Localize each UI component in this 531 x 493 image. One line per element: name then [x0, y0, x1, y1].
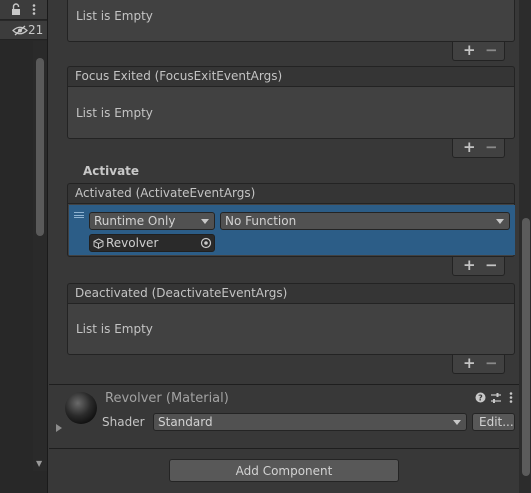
- edit-shader-label: Edit...: [479, 415, 514, 429]
- svg-text:?: ?: [478, 394, 483, 403]
- event-list-top-footer: + −: [452, 41, 505, 61]
- foldout-arrow-icon[interactable]: [56, 424, 62, 432]
- material-title: Revolver (Material): [105, 391, 229, 406]
- hierarchy-scrollbar-thumb[interactable]: [36, 58, 44, 236]
- remove-entry-button[interactable]: −: [485, 256, 498, 274]
- section-divider: [49, 448, 519, 449]
- gameobject-cube-icon: [93, 238, 104, 249]
- add-component-button[interactable]: Add Component: [169, 459, 399, 482]
- section-divider: [49, 384, 519, 385]
- function-value: No Function: [225, 214, 297, 228]
- empty-list-label: List is Empty: [76, 9, 153, 23]
- empty-list-label: List is Empty: [76, 106, 153, 120]
- object-picker-icon[interactable]: [200, 237, 212, 249]
- hierarchy-toolbar: [0, 0, 47, 20]
- add-entry-button[interactable]: +: [463, 41, 476, 59]
- deactivated-title: Deactivated (DeactivateEventArgs): [75, 286, 288, 300]
- focus-exited-list: List is Empty: [67, 86, 515, 139]
- chevron-down-icon: [201, 219, 209, 224]
- call-state-value: Runtime Only: [94, 214, 176, 228]
- hidden-objects-toggle[interactable]: 21: [0, 21, 47, 40]
- help-icon[interactable]: ?: [475, 392, 486, 403]
- presets-sliders-icon[interactable]: [490, 392, 502, 404]
- activated-list: Runtime Only No Function Revolver: [67, 203, 515, 257]
- chevron-down-icon: [453, 420, 461, 425]
- add-component-label: Add Component: [235, 464, 333, 478]
- remove-entry-button[interactable]: −: [485, 138, 498, 156]
- deactivated-list: List is Empty: [67, 303, 515, 355]
- function-dropdown[interactable]: No Function: [220, 212, 510, 230]
- focus-exited-title: Focus Exited (FocusExitEventArgs): [75, 69, 283, 83]
- shader-value: Standard: [158, 415, 213, 429]
- empty-list-label: List is Empty: [76, 322, 153, 336]
- focus-exited-footer: + −: [452, 138, 505, 158]
- event-entry-selected[interactable]: Runtime Only No Function Revolver: [69, 205, 515, 255]
- chevron-down-icon: [496, 219, 504, 224]
- activated-footer: + −: [452, 256, 505, 276]
- add-entry-button[interactable]: +: [463, 354, 476, 372]
- shader-dropdown[interactable]: Standard: [153, 413, 467, 431]
- hidden-eye-icon: [12, 25, 28, 36]
- add-entry-button[interactable]: +: [463, 138, 476, 156]
- inspector-scrollbar-thumb[interactable]: [522, 218, 530, 476]
- activate-section-title: Activate: [83, 164, 140, 178]
- scroll-down-arrow-icon[interactable]: ▼: [36, 459, 46, 468]
- edit-shader-button[interactable]: Edit...: [472, 413, 515, 431]
- shader-label: Shader: [102, 415, 145, 429]
- drag-handle-icon[interactable]: [74, 212, 84, 218]
- activated-header: Activated (ActivateEventArgs): [67, 183, 515, 203]
- kebab-menu-icon[interactable]: [30, 3, 38, 16]
- deactivated-header: Deactivated (DeactivateEventArgs): [67, 283, 515, 303]
- focus-exited-header: Focus Exited (FocusExitEventArgs): [67, 66, 515, 86]
- target-object-name: Revolver: [106, 236, 159, 250]
- remove-entry-button[interactable]: −: [485, 41, 498, 59]
- activated-title: Activated (ActivateEventArgs): [75, 186, 256, 200]
- hierarchy-panel: 21 ▼: [0, 0, 48, 493]
- call-state-dropdown[interactable]: Runtime Only: [89, 212, 215, 230]
- add-entry-button[interactable]: +: [463, 256, 476, 274]
- deactivated-footer: + −: [452, 354, 505, 374]
- remove-entry-button[interactable]: −: [485, 354, 498, 372]
- kebab-menu-icon[interactable]: [508, 391, 514, 404]
- target-object-field[interactable]: Revolver: [89, 234, 215, 252]
- material-preview-thumbnail: [65, 392, 97, 424]
- event-list-top: List is Empty: [67, 0, 515, 42]
- hidden-count: 21: [28, 23, 44, 37]
- lock-icon[interactable]: [11, 3, 21, 16]
